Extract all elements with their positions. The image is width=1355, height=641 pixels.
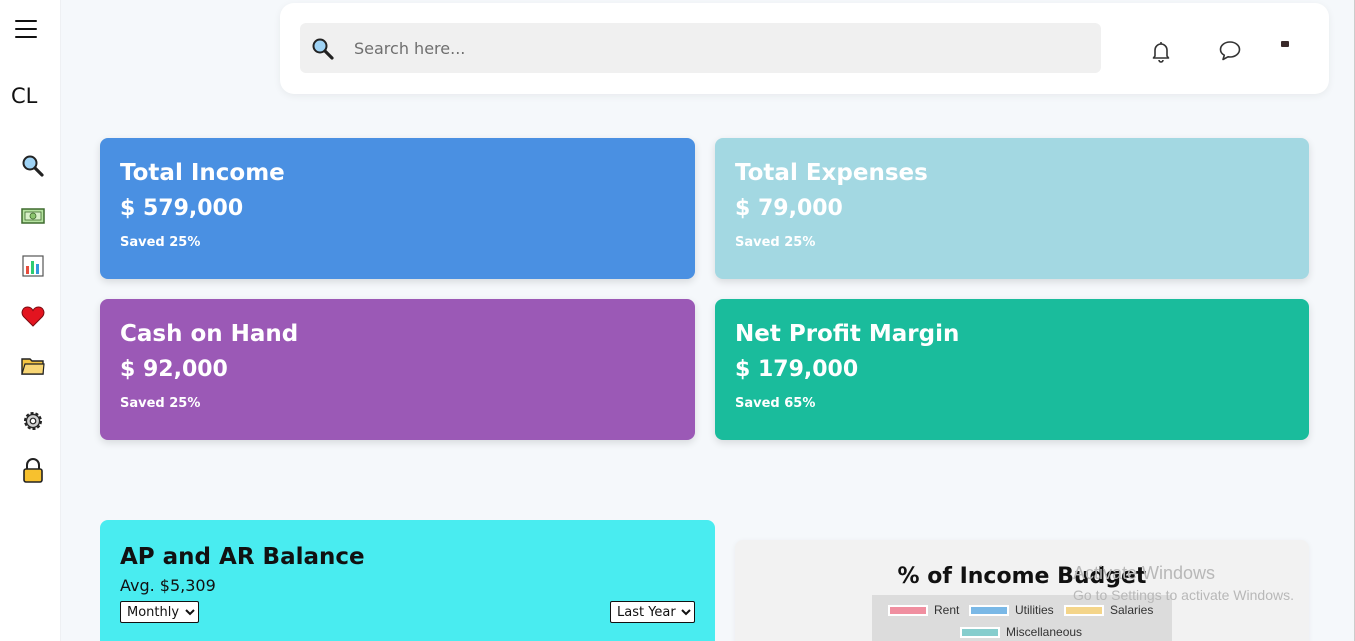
period-select[interactable]: Monthly — [120, 601, 199, 623]
legend-label: Miscellaneous — [1006, 625, 1083, 639]
legend-label: Salaries — [1110, 603, 1154, 617]
magnifier-icon[interactable] — [20, 153, 46, 179]
cash-on-hand-card: Cash on Hand $ 92,000 Saved 25% — [100, 299, 695, 440]
legend-item-salaries[interactable]: Salaries — [1064, 603, 1153, 617]
ap-ar-balance-panel: AP and AR Balance Avg. $5,309 Monthly La… — [100, 520, 715, 641]
card-value: $ 79,000 — [735, 196, 843, 221]
legend-swatch — [888, 604, 928, 616]
card-note: Saved 25% — [120, 396, 201, 411]
money-icon[interactable] — [20, 203, 46, 229]
legend-item-rent[interactable]: Rent — [888, 603, 959, 617]
chat-icon[interactable] — [1218, 39, 1242, 63]
card-note: Saved 65% — [735, 396, 816, 411]
card-note: Saved 25% — [735, 235, 816, 250]
legend-swatch — [1064, 604, 1104, 616]
legend-swatch — [960, 626, 1000, 638]
legend-label: Utilities — [1015, 603, 1054, 617]
panel-title: % of Income Budget — [897, 564, 1147, 589]
search-box — [300, 23, 1101, 73]
card-value: $ 92,000 — [120, 357, 228, 382]
card-title: Total Income — [120, 160, 285, 186]
legend-item-utilities[interactable]: Utilities — [969, 603, 1054, 617]
folder-icon[interactable] — [20, 353, 46, 379]
panel-title: AP and AR Balance — [120, 544, 365, 570]
gear-icon[interactable] — [20, 408, 46, 434]
legend-item-miscellaneous[interactable]: Miscellaneous — [960, 625, 1082, 639]
top-bar — [280, 3, 1329, 94]
range-select[interactable]: Last Year — [610, 601, 695, 623]
activation-watermark-text: Go to Settings to activate Windows. — [1073, 587, 1294, 603]
average-value: Avg. $5,309 — [120, 576, 216, 595]
card-title: Total Expenses — [735, 160, 928, 186]
total-expenses-card: Total Expenses $ 79,000 Saved 25% — [715, 138, 1309, 279]
card-title: Net Profit Margin — [735, 321, 960, 347]
search-input[interactable] — [354, 23, 1074, 73]
legend-label: Rent — [934, 603, 960, 617]
legend-swatch — [969, 604, 1009, 616]
card-note: Saved 25% — [120, 235, 201, 250]
brand-logo: CL — [11, 84, 38, 108]
search-icon[interactable] — [311, 37, 335, 61]
heart-icon[interactable] — [20, 303, 46, 329]
activation-watermark-title: Activate Windows — [1073, 563, 1216, 583]
bar-chart-icon[interactable] — [20, 253, 46, 279]
card-value: $ 179,000 — [735, 357, 859, 382]
net-profit-margin-card: Net Profit Margin $ 179,000 Saved 65% — [715, 299, 1309, 440]
sidebar: CL — [0, 0, 61, 641]
card-title: Cash on Hand — [120, 321, 299, 347]
bell-icon[interactable] — [1149, 39, 1173, 63]
avatar[interactable] — [1281, 41, 1289, 47]
menu-icon[interactable] — [15, 20, 37, 40]
lock-icon[interactable] — [20, 458, 46, 484]
total-income-card: Total Income $ 579,000 Saved 25% — [100, 138, 695, 279]
card-value: $ 579,000 — [120, 196, 244, 221]
